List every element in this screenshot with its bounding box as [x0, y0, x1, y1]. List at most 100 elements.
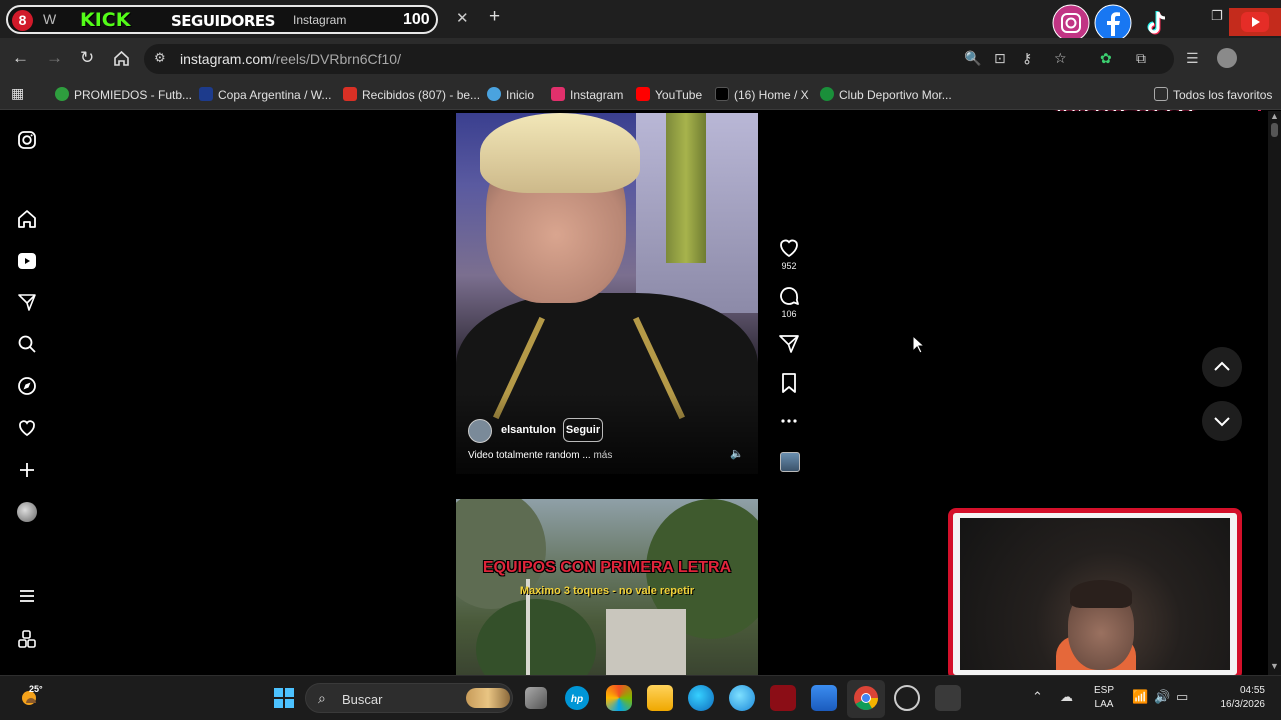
address-bar[interactable]: ⚙ instagram.com/reels/DVRbrn6Cf10/ [144, 44, 1174, 74]
reel-video-current[interactable]: elsantulon Seguir Video totalmente rando… [456, 113, 758, 474]
site-settings-icon[interactable]: ⚙ [154, 50, 166, 66]
reels-nav-icon[interactable] [17, 251, 37, 271]
copa-argentina-icon [199, 87, 213, 101]
notifications-heart-icon[interactable] [17, 418, 37, 438]
new-tab-button[interactable]: + [489, 6, 500, 28]
microsoft-store-icon[interactable] [811, 685, 837, 711]
author-avatar[interactable] [468, 419, 492, 443]
caption-more-link[interactable]: más [593, 450, 612, 461]
club-icon [820, 87, 834, 101]
mcafee-icon[interactable] [770, 685, 796, 711]
weather-app-icon[interactable] [729, 685, 755, 711]
more-menu-icon[interactable] [17, 586, 37, 606]
instagram-logo-icon[interactable] [17, 130, 37, 150]
tab-title: Instagram [293, 13, 347, 27]
input-language[interactable]: ESP LAA [1094, 684, 1114, 712]
taskbar-search[interactable]: ⌕ Buscar [305, 683, 513, 713]
password-key-icon[interactable]: ⚷ [1022, 50, 1032, 67]
system-clock[interactable]: 04:55 16/3/2026 [1207, 684, 1266, 712]
original-audio-thumbnail[interactable] [780, 452, 800, 472]
bookmark-inicio[interactable]: Inicio [487, 87, 534, 102]
home-icon[interactable] [113, 50, 130, 67]
bookmark-star-icon[interactable]: ☆ [1054, 50, 1067, 67]
bookmark-label: YouTube [655, 88, 703, 102]
next-reel-button[interactable] [1202, 401, 1242, 441]
reload-icon[interactable]: ↻ [80, 48, 94, 68]
bookmark-x[interactable]: (16) Home / X [715, 87, 809, 102]
profile-nav-avatar[interactable] [17, 502, 37, 522]
apps-grid-icon[interactable]: ▦ [11, 85, 24, 102]
search-nav-icon[interactable] [17, 334, 37, 354]
close-tab-icon[interactable]: ✕ [456, 9, 469, 27]
bookmark-label: Instagram [570, 88, 624, 102]
more-options-icon[interactable] [777, 409, 801, 433]
page-scrollbar[interactable]: ▲ ▼ [1268, 111, 1281, 675]
battery-icon[interactable]: ▭ [1176, 689, 1188, 705]
onedrive-cloud-icon[interactable]: ☁ [1060, 689, 1073, 705]
follower-counter: 100 [403, 11, 430, 28]
inicio-icon [487, 87, 501, 101]
explore-nav-icon[interactable] [17, 376, 37, 396]
scroll-down-icon[interactable]: ▼ [1270, 661, 1279, 671]
reel-video-next[interactable]: EQUIPOS CON PRIMERA LETRA Maximo 3 toque… [456, 499, 758, 675]
url-path: /reels/DVRbrn6Cf10/ [271, 51, 401, 67]
follow-button[interactable]: Seguir [563, 418, 603, 442]
create-plus-icon[interactable] [17, 460, 37, 480]
scroll-up-icon[interactable]: ▲ [1270, 111, 1279, 121]
video-building [606, 609, 686, 675]
profile-avatar[interactable] [1217, 48, 1237, 68]
volume-tray-icon[interactable]: 🔊 [1154, 689, 1170, 705]
bookmark-promiedos[interactable]: PROMIEDOS - Futb... [55, 87, 192, 102]
previous-reel-button[interactable] [1202, 347, 1242, 387]
bookmark-label: Inicio [506, 88, 535, 102]
comment-icon[interactable] [777, 284, 801, 308]
install-app-icon[interactable]: ⊡ [994, 50, 1006, 67]
bookmark-gmail[interactable]: Recibidos (807) - be... [343, 87, 480, 102]
back-icon[interactable]: ← [12, 48, 29, 68]
navigation-bar: ← → ↻ ⚙ instagram.com/reels/DVRbrn6Cf10/… [0, 38, 1281, 130]
bookmark-youtube[interactable]: YouTube [636, 87, 702, 102]
x-icon [715, 87, 729, 101]
scrollbar-thumb[interactable] [1271, 123, 1278, 137]
caption-text: Video totalmente random ... [468, 450, 591, 461]
search-placeholder: Buscar [342, 692, 383, 707]
reading-list-icon[interactable]: ☰ [1186, 50, 1199, 67]
copilot-icon[interactable] [606, 685, 632, 711]
bookmark-instagram[interactable]: Instagram [551, 87, 623, 102]
zoom-icon[interactable]: 🔍 [964, 50, 981, 67]
all-bookmarks-folder[interactable]: Todos los favoritos [1154, 87, 1272, 102]
bookmarks-bar: ▦ PROMIEDOS - Futb... Copa Argentina / W… [0, 80, 1281, 110]
bookmark-label: Club Deportivo Mor... [839, 88, 952, 102]
reel-caption[interactable]: Video totalmente random ... más [468, 450, 612, 461]
messages-nav-icon[interactable] [17, 292, 37, 312]
tab-instagram[interactable]: 8 W KICK SEGUIDORES Instagram 100 [6, 5, 438, 34]
svg-text:hp: hp [571, 694, 583, 705]
app-icon[interactable] [935, 685, 961, 711]
forward-icon[interactable]: → [46, 48, 63, 68]
bookmark-label: (16) Home / X [734, 88, 809, 102]
hp-app-icon[interactable]: hp [564, 685, 590, 711]
extensions-puzzle-icon[interactable]: ⧉ [1136, 50, 1146, 67]
show-hidden-icons-chevron[interactable]: ⌃ [1032, 689, 1043, 705]
author-username[interactable]: elsantulon [501, 424, 556, 436]
volume-icon[interactable]: 🔈 [730, 447, 744, 460]
share-icon[interactable] [777, 332, 801, 356]
promiedos-icon [55, 87, 69, 101]
obs-icon[interactable] [894, 685, 920, 711]
bookmark-copa-argentina[interactable]: Copa Argentina / W... [199, 87, 331, 102]
keyboard-layout: LAA [1094, 699, 1114, 710]
like-heart-icon[interactable] [777, 236, 801, 260]
windows-start-icon[interactable] [271, 685, 297, 711]
language-code: ESP [1094, 685, 1115, 696]
file-explorer-icon[interactable] [647, 685, 673, 711]
home-nav-icon[interactable] [17, 209, 37, 229]
also-from-meta-icon[interactable] [17, 629, 37, 649]
save-bookmark-icon[interactable] [777, 371, 801, 395]
wifi-icon[interactable]: 📶 [1132, 689, 1148, 705]
task-view-icon[interactable] [525, 687, 547, 709]
chrome-icon[interactable] [853, 685, 879, 711]
extension-icon[interactable]: ✿ [1100, 50, 1112, 67]
edge-icon[interactable] [688, 685, 714, 711]
bookmark-club-deportivo[interactable]: Club Deportivo Mor... [820, 87, 952, 102]
restore-icon[interactable]: ❐ [1211, 8, 1223, 24]
